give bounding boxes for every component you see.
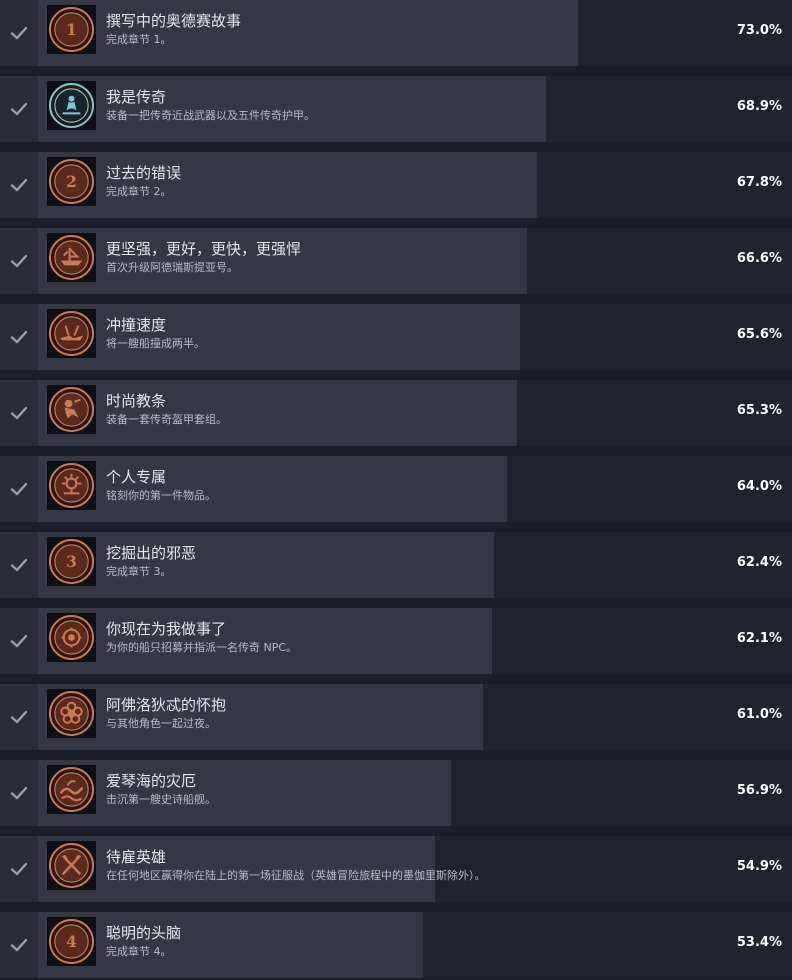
achievement-description: 首次升级阿德瑞斯提亚号。 [106, 261, 238, 274]
unlock-percentage: 65.6% [736, 327, 782, 342]
unlock-percentage: 73.0% [736, 23, 782, 38]
achievement-row[interactable]: 2 过去的错误完成章节 2。 67.8% [0, 152, 792, 218]
achievement-list: 1 撰写中的奥德赛故事完成章节 1。 73.0% 我是传奇装备一把传奇近战武器以及五件… [0, 0, 792, 978]
achievement-row[interactable]: 时尚教条装备一套传奇盔甲套组。 65.3% [0, 380, 792, 446]
chapter-2-medal-icon: 2 [47, 157, 96, 206]
checkmark-icon [10, 862, 28, 876]
checkmark-icon [10, 102, 28, 116]
armor-set-icon [47, 385, 96, 434]
checkmark-icon [10, 482, 28, 496]
svg-text:2: 2 [66, 172, 77, 191]
unlocked-check-column [0, 380, 38, 446]
unlock-percentage: 68.9% [736, 99, 782, 114]
checkmark-icon [10, 178, 28, 192]
unlocked-check-column [0, 912, 38, 978]
unlocked-check-column [0, 608, 38, 674]
unlocked-check-column [0, 0, 38, 66]
achievement-description: 装备一把传奇近战武器以及五件传奇护甲。 [106, 109, 315, 122]
achievement-description: 完成章节 3。 [106, 565, 172, 578]
achievement-title: 待雇英雄 [106, 848, 167, 866]
achievement-description: 将一艘船撞成两半。 [106, 337, 205, 350]
chapter-3-medal-icon: 3 [47, 537, 96, 586]
checkmark-icon [10, 710, 28, 724]
unlocked-check-column [0, 456, 38, 522]
unlocked-check-column [0, 760, 38, 826]
achievement-row[interactable]: 我是传奇装备一把传奇近战武器以及五件传奇护甲。 68.9% [0, 76, 792, 142]
achievement-description: 与其他角色一起过夜。 [106, 717, 216, 730]
checkmark-icon [10, 558, 28, 572]
achievement-title: 阿佛洛狄忒的怀抱 [106, 696, 227, 714]
achievement-row[interactable]: 个人专属铭刻你的第一件物品。 64.0% [0, 456, 792, 522]
achievement-row[interactable]: 1 撰写中的奥德赛故事完成章节 1。 73.0% [0, 0, 792, 66]
sea-wave-icon [47, 765, 96, 814]
legend-statue-icon [47, 81, 96, 130]
unlocked-check-column [0, 76, 38, 142]
achievement-description: 完成章节 1。 [106, 33, 172, 46]
unlocked-check-column [0, 836, 38, 902]
achievement-row[interactable]: 3 挖掘出的邪恶完成章节 3。 62.4% [0, 532, 792, 598]
svg-text:1: 1 [66, 20, 77, 39]
checkmark-icon [10, 634, 28, 648]
achievement-title: 挖掘出的邪恶 [106, 544, 197, 562]
chapter-4-medal-icon: 4 [47, 917, 96, 966]
achievement-description: 完成章节 2。 [106, 185, 172, 198]
achievement-row[interactable]: 你现在为我做事了为你的船只招募并指派一名传奇 NPC。 62.1% [0, 608, 792, 674]
achievement-title: 更坚强，更好，更快，更强悍 [106, 240, 302, 258]
achievement-title: 撰写中的奥德赛故事 [106, 12, 242, 30]
achievement-title: 过去的错误 [106, 164, 182, 182]
achievement-title: 你现在为我做事了 [106, 620, 227, 638]
ship-upgrade-icon [47, 233, 96, 282]
unlock-percentage: 56.9% [736, 783, 782, 798]
checkmark-icon [10, 254, 28, 268]
unlock-percentage: 62.1% [736, 631, 782, 646]
achievement-description: 击沉第一艘史诗船舰。 [106, 793, 216, 806]
checkmark-icon [10, 786, 28, 800]
unlock-percentage: 67.8% [736, 175, 782, 190]
achievement-title: 个人专属 [106, 468, 167, 486]
rose-icon [47, 689, 96, 738]
unlock-percentage: 54.9% [736, 859, 782, 874]
unlock-percentage: 61.0% [736, 707, 782, 722]
achievement-title: 聪明的头脑 [106, 924, 182, 942]
svg-text:3: 3 [66, 552, 77, 571]
chapter-1-medal-icon: 1 [47, 5, 96, 54]
achievement-row[interactable]: 冲撞速度将一艘船撞成两半。 65.6% [0, 304, 792, 370]
achievement-description: 铭刻你的第一件物品。 [106, 489, 216, 502]
crossed-axes-icon [47, 841, 96, 890]
unlock-percentage: 66.6% [736, 251, 782, 266]
achievement-title: 爱琴海的灾厄 [106, 772, 197, 790]
unlock-percentage: 53.4% [736, 935, 782, 950]
achievement-row[interactable]: 4 聪明的头脑完成章节 4。 53.4% [0, 912, 792, 978]
achievement-description: 装备一套传奇盔甲套组。 [106, 413, 227, 426]
svg-text:4: 4 [66, 932, 77, 951]
unlocked-check-column [0, 152, 38, 218]
checkmark-icon [10, 938, 28, 952]
unlocked-check-column [0, 684, 38, 750]
achievement-title: 时尚教条 [106, 392, 167, 410]
achievement-title: 我是传奇 [106, 88, 167, 106]
achievement-row[interactable]: 待雇英雄在任何地区赢得你在陆上的第一场征服战（英雄冒险旅程中的墨伽里斯除外）。 5… [0, 836, 792, 902]
unlock-percentage: 62.4% [736, 555, 782, 570]
unlocked-check-column [0, 304, 38, 370]
checkmark-icon [10, 406, 28, 420]
checkmark-icon [10, 26, 28, 40]
unlock-percentage: 65.3% [736, 403, 782, 418]
checkmark-icon [10, 330, 28, 344]
unlock-percentage: 64.0% [736, 479, 782, 494]
achievement-row[interactable]: 更坚强，更好，更快，更强悍首次升级阿德瑞斯提亚号。 66.6% [0, 228, 792, 294]
unlocked-check-column [0, 532, 38, 598]
recruit-icon [47, 613, 96, 662]
unlocked-check-column [0, 228, 38, 294]
achievement-title: 冲撞速度 [106, 316, 167, 334]
ship-ram-icon [47, 309, 96, 358]
achievement-description: 在任何地区赢得你在陆上的第一场征服战（英雄冒险旅程中的墨伽里斯除外）。 [106, 869, 486, 882]
achievement-description: 完成章节 4。 [106, 945, 172, 958]
achievement-row[interactable]: 爱琴海的灾厄击沉第一艘史诗船舰。 56.9% [0, 760, 792, 826]
engrave-icon [47, 461, 96, 510]
achievement-row[interactable]: 阿佛洛狄忒的怀抱与其他角色一起过夜。 61.0% [0, 684, 792, 750]
achievement-description: 为你的船只招募并指派一名传奇 NPC。 [106, 641, 298, 654]
